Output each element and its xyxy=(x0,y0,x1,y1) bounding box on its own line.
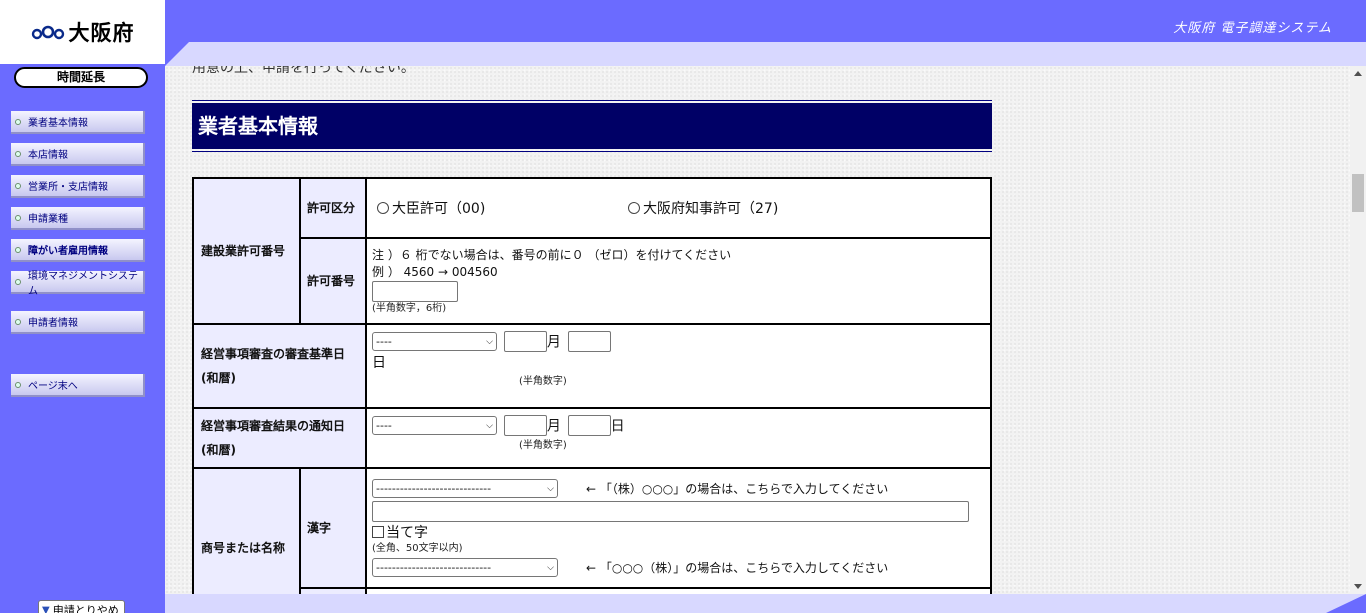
osaka-logo: 大阪府 xyxy=(0,0,165,64)
sidebar-item-label: 申請者情報 xyxy=(28,318,78,329)
header: 大阪府 電子調達システム xyxy=(165,0,1366,66)
section-title: 業者基本情報 xyxy=(192,100,992,152)
review-notice-era-select[interactable]: ---- ⌵ xyxy=(372,416,497,435)
select-value: ----------------------------- xyxy=(376,561,492,574)
day-unit: 日 xyxy=(372,355,386,371)
sidebar-item-basic-info[interactable]: 業者基本情報 xyxy=(11,111,145,134)
intro-text: 用意の上、申請を行ってください。 xyxy=(192,66,415,76)
prefix-note: ← 「（株）○○○」の場合は、こちらで入力してください xyxy=(586,482,889,496)
chevron-down-icon: ⌵ xyxy=(486,420,493,431)
permit-number-hint: (半角数字，6桁) xyxy=(372,302,447,314)
review-base-year-input[interactable] xyxy=(503,331,547,352)
extend-time-button[interactable]: 時間延長 xyxy=(14,67,148,88)
sidebar-item-label: 障がい者雇用情報 xyxy=(28,246,108,257)
chevron-down-icon: ⌵ xyxy=(547,562,554,573)
sidebar-item-label: 業者基本情報 xyxy=(28,118,88,129)
day-unit: 日 xyxy=(610,418,625,435)
cancel-application-label: 申請とりやめ xyxy=(52,604,119,613)
month-unit: 月 xyxy=(546,418,561,435)
sidebar-item-label: 申請業種 xyxy=(28,214,68,225)
bullet-icon xyxy=(15,246,21,253)
bullet-icon xyxy=(15,381,21,388)
select-value: ---- xyxy=(376,335,392,348)
month-unit: 月 xyxy=(546,334,561,351)
sidebar-item-applicant-info[interactable]: 申請者情報 xyxy=(11,311,145,334)
permit-number-label: 許可番号 xyxy=(299,237,367,325)
triangle-down-icon: ▼ xyxy=(42,604,50,613)
vertical-scrollbar[interactable] xyxy=(1350,66,1366,594)
select-value: ----------------------------- xyxy=(376,482,492,495)
sidebar-item-industries[interactable]: 申請業種 xyxy=(11,207,145,230)
trade-name-hint: (全角、50文字以内) xyxy=(372,543,463,554)
review-base-era-select[interactable]: ---- ⌵ xyxy=(372,332,497,351)
suffix-note: ← 「○○○（株）」の場合は、こちらで入力してください xyxy=(586,561,889,575)
sidebar-item-label: ページ末へ xyxy=(28,381,78,392)
radio-governor-permit[interactable]: 大阪府知事許可（27) xyxy=(628,198,778,218)
sidebar-item-head-office[interactable]: 本店情報 xyxy=(11,143,145,166)
sidebar-item-branches[interactable]: 営業所・支店情報 xyxy=(11,175,145,198)
permit-number-note: 注 ）６ 桁でない場合は、番号の前に０ （ゼロ）を付けてください xyxy=(372,247,732,262)
scroll-up-icon[interactable] xyxy=(1354,71,1362,76)
bullet-icon xyxy=(15,214,21,221)
chevron-down-icon: ⌵ xyxy=(486,336,493,347)
bullet-icon xyxy=(15,118,21,125)
permit-number-input[interactable] xyxy=(372,280,458,302)
review-notice-hint: (半角数字) xyxy=(519,440,567,451)
sidebar-item-page-end[interactable]: ページ末へ xyxy=(11,374,145,397)
sidebar-item-label: 営業所・支店情報 xyxy=(28,182,108,193)
main-content: 用意の上、申請を行ってください。 業者基本情報 建設業許可番号 許可区分 大臣許… xyxy=(165,66,1350,594)
logo-text: 大阪府 xyxy=(68,21,135,45)
osaka-emblem-icon xyxy=(31,25,64,40)
bullet-icon xyxy=(15,278,21,285)
permit-number-example: 例 ） 4560 → 004560 xyxy=(372,264,498,279)
sidebar-item-label: 本店情報 xyxy=(28,150,68,161)
basic-info-form: 建設業許可番号 許可区分 大臣許可（00) 大阪府知事許可（27) 許可番号 注… xyxy=(192,177,992,594)
review-notice-year-input[interactable] xyxy=(503,415,547,436)
review-base-month-input[interactable] xyxy=(567,331,611,352)
system-name: 大阪府 電子調達システム xyxy=(1173,21,1332,36)
review-base-hint: (半角数字) xyxy=(519,376,567,387)
trade-name-label: 商号または名称 xyxy=(192,467,301,594)
permit-type-label: 許可区分 xyxy=(299,177,367,239)
radio-circle-icon xyxy=(628,202,640,214)
ateji-checkbox[interactable]: 当て字 xyxy=(372,522,428,542)
bullet-icon xyxy=(15,182,21,189)
footer-corner xyxy=(1326,594,1366,613)
trade-name-prefix-select[interactable]: ----------------------------- ⌵ xyxy=(372,479,558,498)
chevron-down-icon: ⌵ xyxy=(547,483,554,494)
sidebar-item-disability-employment[interactable]: 障がい者雇用情報 xyxy=(11,239,145,262)
bullet-icon xyxy=(15,318,21,325)
review-base-date-label: 経営事項審査の審査基準日(和暦) xyxy=(192,323,367,409)
radio-label: 大臣許可（00) xyxy=(392,201,486,217)
trade-name-suffix-select[interactable]: ----------------------------- ⌵ xyxy=(372,558,558,577)
section-title-text: 業者基本情報 xyxy=(192,103,992,149)
radio-minister-permit[interactable]: 大臣許可（00) xyxy=(372,198,628,218)
scroll-down-icon[interactable] xyxy=(1354,584,1362,589)
header-curve xyxy=(165,42,1366,66)
sidebar: 時間延長 業者基本情報 本店情報 営業所・支店情報 申請業種 障がい者雇用情報 … xyxy=(0,64,165,613)
review-notice-date-label: 経営事項審査結果の通知日(和暦) xyxy=(192,407,367,469)
checkbox-icon xyxy=(372,526,384,538)
trade-name-kanji-input[interactable] xyxy=(372,501,969,522)
bullet-icon xyxy=(15,150,21,157)
radio-circle-icon xyxy=(377,202,389,214)
radio-label: 大阪府知事許可（27) xyxy=(643,201,779,217)
ateji-label: 当て字 xyxy=(386,525,428,541)
footer-bar xyxy=(165,594,1366,613)
sidebar-item-environment-system[interactable]: 環境マネジメントシステム xyxy=(11,271,145,297)
sidebar-item-label: 環境マネジメントシステム xyxy=(28,270,138,297)
kanji-label: 漢字 xyxy=(299,467,367,589)
construction-permit-label: 建設業許可番号 xyxy=(192,177,301,325)
review-notice-month-input[interactable] xyxy=(567,415,611,436)
cancel-application-button[interactable]: ▼ 申請とりやめ xyxy=(38,600,125,613)
scrollbar-thumb[interactable] xyxy=(1352,174,1364,212)
select-value: ---- xyxy=(376,419,392,432)
